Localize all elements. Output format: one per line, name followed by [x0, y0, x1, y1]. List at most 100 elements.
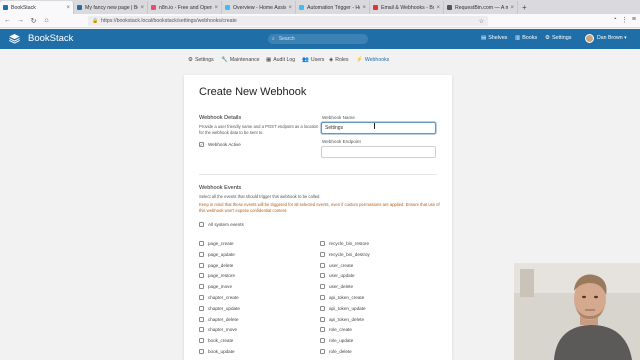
event-option[interactable]: book_update [199, 349, 235, 354]
nav-settings[interactable]: ⚙ Settings [545, 35, 571, 41]
event-checkbox[interactable] [320, 316, 325, 322]
event-option[interactable]: api_token_delete [320, 316, 364, 322]
avatar[interactable] [585, 34, 594, 43]
webhook-active-toggle[interactable]: ✓ Webhook Active [199, 142, 241, 147]
browser-tab[interactable]: RequestBin.com — A mo × [444, 1, 518, 14]
all-system-events-checkbox[interactable] [199, 222, 204, 227]
event-option[interactable]: recycle_bin_restore [320, 241, 369, 246]
event-option[interactable]: role_delete [320, 349, 352, 354]
event-option[interactable]: page_delete [199, 262, 233, 268]
webhook-name-input[interactable] [321, 122, 436, 134]
event-label: page_restore [208, 273, 236, 279]
webhook-endpoint-input[interactable] [321, 146, 436, 158]
event-checkbox[interactable] [320, 284, 325, 290]
event-checkbox[interactable] [199, 349, 204, 354]
tab-close-icon[interactable]: × [436, 5, 440, 11]
event-option[interactable]: api_token_create [320, 295, 364, 300]
webhook-active-checkbox[interactable]: ✓ [199, 142, 204, 147]
event-option[interactable]: page_update [199, 251, 235, 257]
event-checkbox[interactable] [320, 327, 325, 333]
event-checkbox[interactable] [199, 316, 204, 322]
event-checkbox[interactable] [320, 251, 325, 257]
event-option[interactable]: user_create [320, 262, 353, 268]
settings-nav-maintenance[interactable]: 🔧 Maintenance [221, 57, 260, 63]
browser-tab[interactable]: Email & Webhooks - Bots × [370, 1, 444, 14]
event-option[interactable]: chapter_move [199, 327, 237, 333]
reload-icon[interactable]: ↻ [28, 15, 39, 26]
event-option[interactable]: chapter_update [199, 305, 240, 311]
event-checkbox[interactable] [199, 284, 204, 290]
tab-close-icon[interactable]: × [288, 5, 292, 11]
browser-tab[interactable]: n8n.io - Free and Open S × [148, 1, 222, 14]
event-option[interactable]: page_create [199, 241, 234, 246]
event-option[interactable]: chapter_create [199, 295, 239, 300]
event-checkbox[interactable] [199, 262, 204, 268]
tab-favicon-icon [373, 5, 378, 10]
pocket-icon[interactable]: ◔ [613, 16, 617, 24]
tab-close-icon[interactable]: × [214, 5, 218, 11]
browser-toolbar: ← → ↻ ⌂ 🔒 https://bookstack.local/bookst… [0, 14, 640, 28]
event-label: book_create [208, 338, 234, 344]
event-option[interactable]: book_create [199, 338, 234, 344]
event-checkbox[interactable] [320, 262, 325, 268]
browser-tab[interactable]: Overview - Home Assista × [222, 1, 296, 14]
webhook-endpoint-label: Webhook Endpoint [322, 139, 361, 144]
settings-nav-roles[interactable]: ◈ Roles [329, 57, 349, 63]
tab-favicon-icon [77, 5, 82, 10]
forward-icon[interactable]: → [15, 15, 26, 26]
menu-icon[interactable]: ≡ [632, 16, 636, 24]
browser-tab[interactable]: BookStack × [0, 1, 74, 14]
event-checkbox[interactable] [199, 327, 204, 333]
section-divider [199, 174, 437, 175]
tab-close-icon[interactable]: × [362, 5, 366, 11]
home-icon[interactable]: ⌂ [41, 15, 52, 26]
event-option[interactable]: page_move [199, 284, 232, 290]
event-checkbox[interactable] [199, 251, 204, 257]
event-option[interactable]: role_update [320, 338, 353, 344]
event-label: api_token_create [329, 295, 365, 300]
event-option[interactable]: api_token_update [320, 305, 366, 311]
back-icon[interactable]: ← [2, 15, 13, 26]
event-checkbox[interactable] [199, 305, 204, 311]
settings-nav-users[interactable]: 👥 Users [302, 57, 324, 63]
event-option[interactable]: user_update [320, 273, 355, 279]
event-checkbox[interactable] [320, 338, 325, 344]
bookmark-star-icon[interactable]: ☆ [479, 18, 484, 25]
event-option[interactable]: role_create [320, 327, 352, 333]
event-option[interactable]: page_restore [199, 273, 236, 279]
browser-tab[interactable]: My fancy new page | Bo × [74, 1, 148, 14]
browser-tab[interactable]: Automation Trigger - Hom × [296, 1, 370, 14]
event-checkbox[interactable] [199, 273, 204, 279]
event-checkbox[interactable] [199, 338, 204, 344]
search-box[interactable]: ⌕ [268, 34, 368, 44]
event-checkbox[interactable] [320, 349, 325, 354]
extensions-icon[interactable]: ⋮ [621, 16, 628, 24]
new-tab-button[interactable]: + [518, 1, 531, 14]
tab-close-icon[interactable]: × [510, 5, 514, 11]
settings-nav-settings[interactable]: ⚙ Settings [188, 57, 214, 63]
event-checkbox[interactable] [199, 241, 204, 246]
event-option[interactable]: chapter_delete [199, 316, 238, 322]
gear-icon: ⚙ [545, 35, 550, 41]
app-name[interactable]: BookStack [28, 33, 73, 44]
event-option[interactable]: recycle_bin_destroy [320, 251, 370, 257]
settings-nav-webhooks[interactable]: ⚡ Webhooks [356, 57, 389, 63]
tab-close-icon[interactable]: × [140, 5, 144, 11]
tab-close-icon[interactable]: × [66, 5, 70, 11]
event-checkbox[interactable] [320, 295, 325, 300]
event-checkbox[interactable] [199, 295, 204, 300]
url-bar[interactable]: 🔒 https://bookstack.local/bookstack/sett… [88, 16, 488, 26]
nav-books[interactable]: ▥ Books [515, 35, 537, 41]
settings-nav-audit-log[interactable]: ▦ Audit Log [266, 57, 295, 63]
event-label: book_update [208, 349, 235, 354]
event-checkbox[interactable] [320, 305, 325, 311]
bookstack-logo-icon[interactable] [8, 32, 21, 45]
all-system-events-label: All system events [208, 222, 244, 227]
event-checkbox[interactable] [320, 241, 325, 246]
event-checkbox[interactable] [320, 273, 325, 279]
search-input[interactable] [278, 36, 359, 42]
all-system-events-option[interactable]: All system events [199, 222, 244, 227]
event-option[interactable]: user_delete [320, 284, 353, 290]
user-menu[interactable]: Dan Brown ▾ [597, 35, 627, 41]
nav-shelves[interactable]: ▤ Shelves [481, 35, 507, 41]
